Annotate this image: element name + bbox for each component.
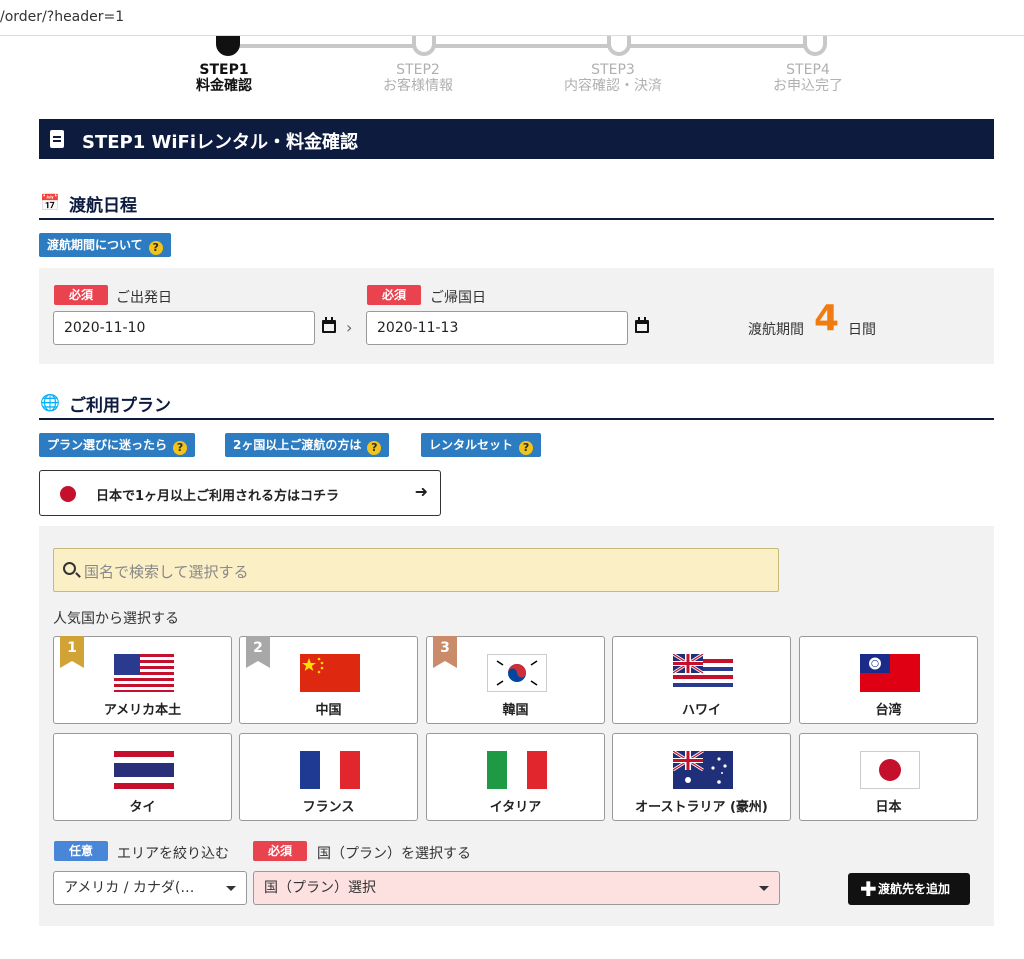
plan-heading: 🌐 ご利用プラン bbox=[39, 386, 994, 420]
country-card-australia[interactable]: オーストラリア (豪州) bbox=[612, 733, 791, 821]
departure-date-input[interactable]: 2020-11-10 bbox=[53, 311, 315, 345]
document-icon bbox=[50, 130, 64, 148]
taiwan-flag-icon bbox=[860, 654, 920, 692]
step2-dot bbox=[412, 36, 436, 56]
arrow-right-icon: ➜ bbox=[414, 482, 428, 501]
country-plan-select[interactable]: 国（プラン）選択 bbox=[253, 871, 780, 905]
japan-flag-icon bbox=[60, 486, 76, 502]
calendar-icon[interactable] bbox=[322, 317, 336, 333]
rental-set-button[interactable]: レンタルセット? bbox=[421, 433, 542, 457]
long-stay-link[interactable]: 日本で1ヶ月以上ご利用される方はコチラ ➜ bbox=[39, 470, 441, 516]
rank-badge: 3 bbox=[433, 636, 457, 668]
question-icon: ? bbox=[367, 441, 382, 455]
country-card-usa[interactable]: 1 アメリカ本土 bbox=[53, 636, 232, 724]
step1-label: STEP1 料金確認 bbox=[196, 62, 252, 94]
return-label: ご帰国日 bbox=[430, 290, 486, 306]
url-text: /order/?header=1 bbox=[0, 9, 125, 25]
departure-label: ご出発日 bbox=[116, 290, 172, 306]
globe-icon: 🌐 bbox=[40, 393, 60, 412]
area-filter-label: エリアを絞り込む bbox=[117, 846, 229, 862]
hawaii-flag-icon bbox=[673, 654, 733, 692]
france-flag-icon bbox=[300, 751, 360, 789]
step2-label: STEP2 お客様情報 bbox=[383, 62, 453, 94]
duration-label: 渡航期間 bbox=[748, 322, 804, 338]
popular-label: 人気国から選択する bbox=[53, 611, 179, 627]
plus-icon: ✚ bbox=[860, 877, 877, 901]
return-date-input[interactable]: 2020-11-13 bbox=[366, 311, 628, 345]
thailand-flag-icon bbox=[114, 751, 174, 789]
step1-dot bbox=[216, 36, 240, 56]
calendar-icon[interactable] bbox=[635, 317, 649, 333]
step3-dot bbox=[607, 36, 631, 56]
optional-badge: 任意 bbox=[54, 841, 108, 861]
country-card-hawaii[interactable]: ハワイ bbox=[612, 636, 791, 724]
country-card-korea[interactable]: 3 韓国 bbox=[426, 636, 605, 724]
add-destination-button[interactable]: ✚ 渡航先を追加 bbox=[848, 873, 970, 905]
country-card-thailand[interactable]: タイ bbox=[53, 733, 232, 821]
italy-flag-icon bbox=[487, 751, 547, 789]
chevron-down-icon bbox=[226, 886, 236, 891]
date-separator-icon: › bbox=[346, 318, 353, 337]
about-period-button[interactable]: 渡航期間について? bbox=[39, 233, 171, 257]
page-title: STEP1 WiFiレンタル・料金確認 bbox=[82, 132, 359, 153]
calendar-icon: 📅 bbox=[40, 193, 60, 212]
duration-unit: 日間 bbox=[848, 322, 876, 338]
country-card-japan[interactable]: 日本 bbox=[799, 733, 978, 821]
us-flag-icon bbox=[114, 654, 174, 692]
page-title-bar: STEP1 WiFiレンタル・料金確認 bbox=[39, 119, 994, 159]
country-select-label: 国（プラン）を選択する bbox=[317, 846, 471, 862]
required-badge: 必須 bbox=[367, 285, 421, 305]
duration-days: 4 bbox=[814, 298, 840, 339]
china-flag-icon bbox=[300, 654, 360, 692]
step3-label: STEP3 内容確認・決済 bbox=[564, 62, 662, 94]
chevron-down-icon bbox=[759, 886, 769, 891]
stepper-track bbox=[228, 44, 816, 48]
australia-flag-icon bbox=[673, 751, 733, 789]
step4-label: STEP4 お申込完了 bbox=[773, 62, 843, 94]
schedule-heading: 📅 渡航日程 bbox=[39, 186, 994, 220]
question-icon: ? bbox=[173, 441, 188, 455]
multi-country-button[interactable]: 2ヶ国以上ご渡航の方は? bbox=[225, 433, 390, 457]
progress-stepper: STEP1 料金確認 STEP2 お客様情報 STEP3 内容確認・決済 STEP4 お… bbox=[0, 36, 1024, 106]
area-select[interactable]: アメリカ / カナダ(… bbox=[53, 871, 247, 905]
country-card-france[interactable]: フランス bbox=[239, 733, 418, 821]
search-icon bbox=[63, 562, 76, 575]
country-card-italy[interactable]: イタリア bbox=[426, 733, 605, 821]
country-search-input[interactable]: 国名で検索して選択する bbox=[53, 548, 779, 592]
question-icon: ? bbox=[148, 241, 163, 255]
country-card-taiwan[interactable]: 台湾 bbox=[799, 636, 978, 724]
required-badge: 必須 bbox=[253, 841, 307, 861]
question-icon: ? bbox=[519, 441, 534, 455]
address-bar[interactable]: /order/?header=1 bbox=[0, 0, 1024, 36]
required-badge: 必須 bbox=[54, 285, 108, 305]
plan-help-button[interactable]: プラン選びに迷ったら? bbox=[39, 433, 196, 457]
step4-dot bbox=[803, 36, 827, 56]
rank-badge: 2 bbox=[246, 636, 270, 668]
korea-flag-icon bbox=[487, 654, 547, 692]
country-card-china[interactable]: 2 中国 bbox=[239, 636, 418, 724]
japan-flag-icon bbox=[860, 751, 920, 789]
rank-badge: 1 bbox=[60, 636, 84, 668]
